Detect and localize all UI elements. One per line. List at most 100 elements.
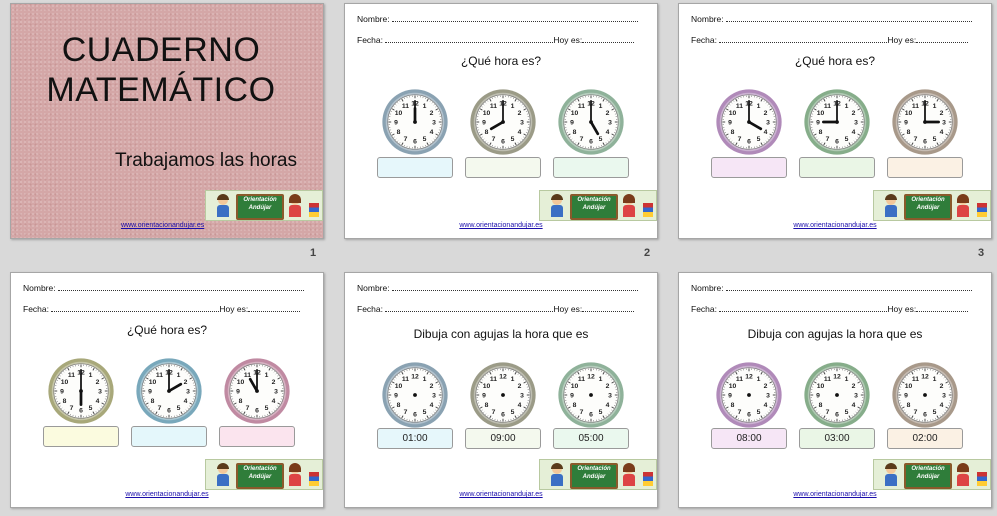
svg-text:7: 7 — [738, 409, 742, 416]
svg-text:4: 4 — [606, 129, 610, 136]
today-label: Hoy es: — [887, 35, 917, 45]
answer-box-3[interactable] — [553, 157, 629, 178]
today-label: Hoy es: — [219, 304, 249, 314]
svg-text:8: 8 — [63, 398, 67, 405]
slide-thumbnail-2[interactable]: Nombre: Fecha: Hoy es: ¿Qué hora es? Ori… — [344, 3, 658, 239]
website-link[interactable]: www.orientacionandujar.es — [11, 491, 323, 498]
slide-thumbnail-4[interactable]: Nombre: Fecha: Hoy es: ¿Qué hora es? Ori… — [10, 272, 324, 508]
slide-thumbnail-6[interactable]: Nombre: Fecha: Hoy es: Dibuja con agujas… — [678, 272, 992, 508]
svg-text:2: 2 — [852, 110, 856, 117]
clock-face-icon: 123456789101112 — [224, 358, 290, 424]
svg-text:1: 1 — [757, 376, 761, 383]
svg-text:3: 3 — [854, 392, 858, 399]
svg-text:8: 8 — [907, 129, 911, 136]
question-title: ¿Qué hora es? — [460, 54, 542, 68]
svg-text:2: 2 — [430, 110, 434, 117]
svg-text:6: 6 — [589, 411, 593, 418]
clock-face-icon: 123456789101112 — [382, 362, 448, 428]
name-field[interactable]: Nombre: — [357, 283, 638, 293]
website-link[interactable]: www.orientacionandujar.es — [121, 222, 204, 229]
date-field[interactable]: Fecha: Hoy es: — [691, 304, 969, 314]
svg-text:2: 2 — [518, 110, 522, 117]
today-label: Hoy es: — [553, 35, 583, 45]
svg-text:10: 10 — [395, 383, 403, 390]
svg-text:2: 2 — [764, 110, 768, 117]
svg-text:5: 5 — [845, 409, 849, 416]
name-field[interactable]: Nombre: — [691, 283, 972, 293]
svg-text:3: 3 — [766, 392, 770, 399]
svg-text:3: 3 — [766, 119, 770, 126]
website-link[interactable]: www.orientacionandujar.es — [345, 222, 657, 229]
svg-text:11: 11 — [402, 376, 409, 383]
svg-text:7: 7 — [826, 136, 830, 143]
svg-text:3: 3 — [520, 392, 524, 399]
svg-text:4: 4 — [184, 398, 188, 405]
svg-text:10: 10 — [729, 383, 737, 390]
svg-text:5: 5 — [757, 136, 761, 143]
date-field[interactable]: Fecha: Hoy es: — [23, 304, 301, 314]
question-title: Dibuja con agujas la hora que es — [747, 327, 923, 341]
clock-1: 123456789101112 — [381, 88, 449, 156]
clock-3: 123456789101112 — [891, 361, 959, 429]
svg-text:3: 3 — [186, 388, 190, 395]
svg-text:1: 1 — [511, 103, 515, 110]
website-link[interactable]: www.orientacionandujar.es — [345, 491, 657, 498]
boy-icon — [884, 463, 898, 486]
answer-box-1[interactable]: 01:00 — [377, 428, 453, 449]
answer-box-2[interactable] — [465, 157, 541, 178]
answer-box-2[interactable]: 03:00 — [799, 428, 875, 449]
date-field[interactable]: Fecha: Hoy es: — [691, 35, 969, 45]
slide-thumbnail-3[interactable]: Nombre: Fecha: Hoy es: ¿Qué hora es? Ori… — [678, 3, 992, 239]
svg-text:1: 1 — [265, 372, 269, 379]
svg-text:8: 8 — [907, 402, 911, 409]
svg-text:5: 5 — [933, 409, 937, 416]
banner-image: Orientación Andújar — [873, 190, 991, 221]
answer-box-2[interactable]: 09:00 — [465, 428, 541, 449]
answer-box-3[interactable]: 02:00 — [887, 428, 963, 449]
svg-text:6: 6 — [835, 138, 839, 145]
date-field[interactable]: Fecha: Hoy es: — [357, 304, 635, 314]
svg-text:11: 11 — [156, 372, 163, 379]
website-link[interactable]: www.orientacionandujar.es — [679, 491, 991, 498]
answer-box-3[interactable] — [219, 426, 295, 447]
svg-text:1: 1 — [511, 376, 515, 383]
name-label: Nombre: — [357, 283, 390, 293]
answer-box-1[interactable] — [711, 157, 787, 178]
answer-box-2[interactable] — [799, 157, 875, 178]
svg-text:10: 10 — [571, 383, 579, 390]
svg-text:10: 10 — [905, 110, 913, 117]
svg-text:4: 4 — [852, 129, 856, 136]
name-field[interactable]: Nombre: — [357, 14, 638, 24]
svg-text:11: 11 — [490, 376, 497, 383]
answer-box-3[interactable] — [887, 157, 963, 178]
girl-icon — [956, 194, 970, 217]
name-field[interactable]: Nombre: — [691, 14, 972, 24]
date-field[interactable]: Fecha: Hoy es: — [357, 35, 635, 45]
answer-box-1[interactable] — [377, 157, 453, 178]
slide-thumbnail-5[interactable]: Nombre: Fecha: Hoy es: Dibuja con agujas… — [344, 272, 658, 508]
svg-text:3: 3 — [520, 119, 524, 126]
svg-text:9: 9 — [236, 388, 240, 395]
svg-text:5: 5 — [599, 409, 603, 416]
clock-face-icon: 123456789101112 — [804, 362, 870, 428]
answer-box-1[interactable]: 08:00 — [711, 428, 787, 449]
clock-face-icon: 123456789101112 — [382, 89, 448, 155]
clock-2: 123456789101112 — [469, 88, 537, 156]
answer-box-3[interactable]: 05:00 — [553, 428, 629, 449]
clock-face-icon: 123456789101112 — [470, 89, 536, 155]
svg-text:7: 7 — [70, 405, 74, 412]
svg-text:2: 2 — [852, 383, 856, 390]
website-link[interactable]: www.orientacionandujar.es — [679, 222, 991, 229]
svg-text:6: 6 — [167, 407, 171, 414]
clock-face-icon: 123456789101112 — [804, 89, 870, 155]
clock-1: 123456789101112 — [715, 361, 783, 429]
answer-box-2[interactable] — [131, 426, 207, 447]
name-field[interactable]: Nombre: — [23, 283, 304, 293]
clock-face-icon: 123456789101112 — [470, 362, 536, 428]
svg-text:9: 9 — [394, 392, 398, 399]
svg-text:1: 1 — [845, 103, 849, 110]
answer-box-1[interactable] — [43, 426, 119, 447]
slide-thumbnail-1[interactable]: CUADERNO MATEMÁTICO Trabajamos las horas… — [10, 3, 324, 239]
svg-text:1: 1 — [757, 103, 761, 110]
svg-text:6: 6 — [413, 411, 417, 418]
